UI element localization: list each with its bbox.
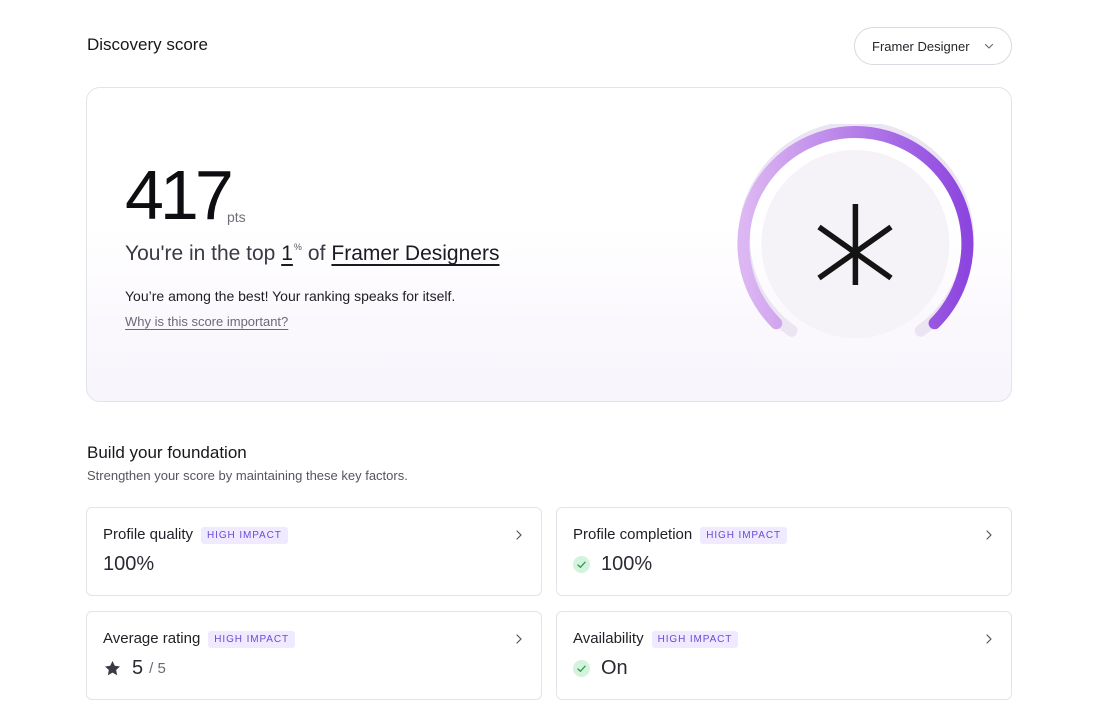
impact-badge: HIGH IMPACT bbox=[201, 527, 288, 544]
chevron-right-icon bbox=[986, 530, 992, 540]
score-unit: pts bbox=[227, 209, 246, 225]
foundation-title: Build your foundation bbox=[87, 443, 247, 462]
factor-value: 5 bbox=[132, 657, 144, 679]
factor-value: On bbox=[601, 657, 628, 679]
score-card: 417 pts You're in the top 1% of Framer Des… bbox=[86, 87, 1012, 402]
rank-message: You’re among the best! Your ranking spea… bbox=[125, 288, 456, 304]
impact-badge: HIGH IMPACT bbox=[208, 631, 296, 648]
factor-value: 100% bbox=[103, 553, 155, 575]
impact-badge: HIGH IMPACT bbox=[700, 527, 787, 544]
check-icon bbox=[573, 556, 590, 573]
factor-value: 100% bbox=[601, 553, 653, 575]
rank-percent-symbol: % bbox=[293, 242, 302, 252]
factor-card-average-rating[interactable]: Average rating HIGH IMPACT 5 / 5 bbox=[86, 611, 542, 700]
rating-denominator: / 5 bbox=[149, 660, 166, 677]
factor-card-availability[interactable]: Availability HIGH IMPACT On bbox=[556, 611, 1012, 700]
score-value: 417 bbox=[125, 156, 234, 234]
rank-line: You're in the top 1% of Framer Designers bbox=[125, 242, 499, 266]
check-icon bbox=[573, 660, 590, 677]
factor-name: Profile quality bbox=[103, 526, 194, 543]
role-selector-dropdown[interactable]: Framer Designer bbox=[854, 27, 1012, 65]
chevron-right-icon bbox=[516, 530, 522, 540]
page-title: Discovery score bbox=[87, 35, 208, 54]
star-icon bbox=[104, 660, 121, 676]
chevron-right-icon bbox=[986, 634, 992, 644]
rank-percent: 1 bbox=[281, 242, 293, 265]
chevron-right-icon bbox=[516, 634, 522, 644]
rank-middle: of bbox=[307, 242, 326, 265]
role-selector-value: Framer Designer bbox=[872, 38, 970, 54]
factor-card-profile-quality[interactable]: Profile quality HIGH IMPACT 100% bbox=[86, 507, 542, 596]
why-score-important-link[interactable]: Why is this score important? bbox=[125, 314, 288, 329]
impact-badge: HIGH IMPACT bbox=[651, 631, 739, 648]
score-gauge bbox=[737, 124, 975, 338]
foundation-subtitle: Strengthen your score by maintaining the… bbox=[87, 468, 408, 483]
factor-card-profile-completion[interactable]: Profile completion HIGH IMPACT 100% bbox=[556, 507, 1012, 596]
factor-name: Profile completion bbox=[573, 526, 693, 543]
factor-name: Availability bbox=[573, 630, 644, 647]
rank-group-link[interactable]: Framer Designers bbox=[331, 242, 499, 265]
chevron-down-icon bbox=[984, 43, 994, 49]
factor-name: Average rating bbox=[103, 630, 201, 647]
rank-prefix: You're in the top bbox=[125, 242, 276, 265]
